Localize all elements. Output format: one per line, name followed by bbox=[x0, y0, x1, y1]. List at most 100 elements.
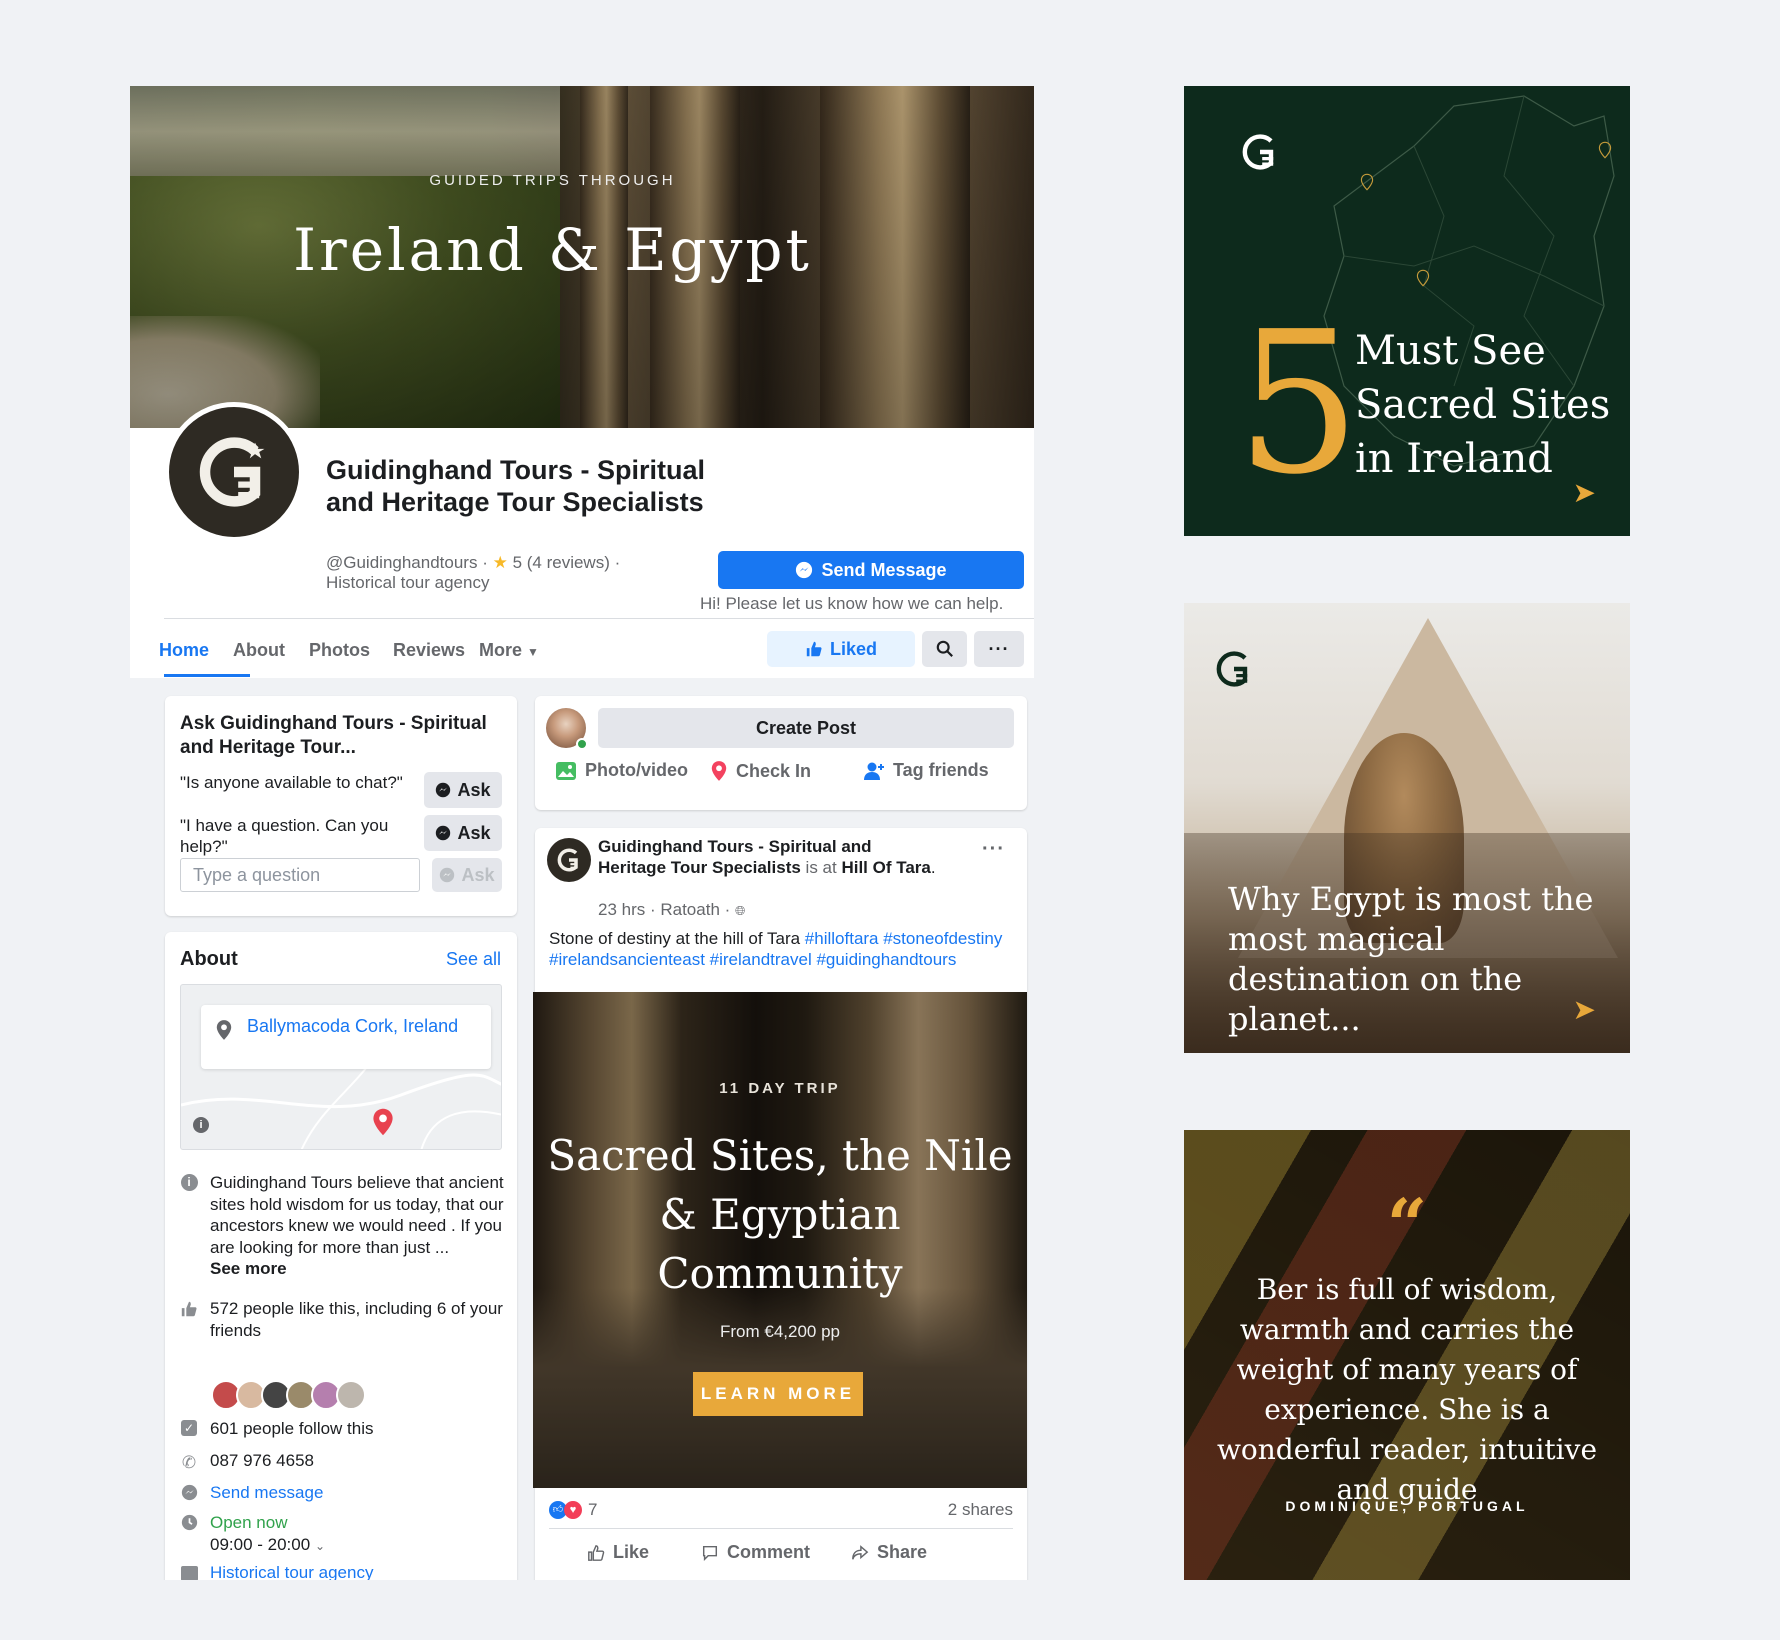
post-header: Guidinghand Tours - Spiritual and Herita… bbox=[598, 837, 936, 877]
reaction-summary[interactable]: 👍︎ ♥ 7 bbox=[549, 1500, 597, 1520]
page-search-button[interactable] bbox=[922, 631, 967, 667]
map-info-icon[interactable]: i bbox=[193, 1117, 209, 1133]
page-more-button[interactable]: ··· bbox=[974, 631, 1024, 667]
arrow-right-icon[interactable]: ➤ bbox=[1573, 476, 1596, 509]
tile-number: 5 bbox=[1236, 290, 1361, 518]
messenger-icon bbox=[796, 561, 813, 579]
online-status-dot bbox=[576, 738, 588, 750]
page-avatar[interactable] bbox=[164, 402, 304, 542]
tab-home[interactable]: Home bbox=[159, 640, 209, 661]
ad-tile-egypt[interactable]: Why Egypt is most the most magical desti… bbox=[1184, 603, 1630, 1053]
category-icon bbox=[180, 1566, 198, 1580]
friends-avatars[interactable] bbox=[211, 1380, 366, 1410]
comment-button[interactable]: Comment bbox=[701, 1542, 810, 1563]
tab-photos[interactable]: Photos bbox=[309, 640, 370, 661]
ask-button[interactable]: Ask bbox=[424, 772, 502, 808]
photo-video-button[interactable]: Photo/video bbox=[555, 760, 688, 781]
info-icon: i bbox=[180, 1174, 198, 1191]
messenger-icon bbox=[440, 867, 455, 883]
cover-kicker: GUIDED TRIPS THROUGH bbox=[429, 172, 676, 189]
tab-about[interactable]: About bbox=[233, 640, 285, 661]
guidinghand-logo-icon bbox=[1216, 651, 1248, 687]
see-more-link[interactable]: See more bbox=[210, 1259, 287, 1278]
page-title: Guidinghand Tours - Spiritual and Herita… bbox=[326, 455, 705, 517]
about-follows-row: ✓ 601 people follow this bbox=[180, 1418, 510, 1440]
about-see-all-link[interactable]: See all bbox=[446, 949, 501, 970]
quote-mark-icon: “ bbox=[1386, 1183, 1428, 1266]
location-map[interactable]: Ballymacoda Cork, Ireland i bbox=[180, 984, 502, 1150]
chevron-down-icon[interactable]: ⌄ bbox=[315, 1539, 325, 1553]
map-address-box[interactable]: Ballymacoda Cork, Ireland bbox=[201, 1005, 491, 1069]
post-image[interactable]: 11 DAY TRIP Sacred Sites, the Nile & Egy… bbox=[533, 992, 1027, 1488]
about-phone[interactable]: 087 976 4658 bbox=[210, 1450, 510, 1474]
arrow-right-icon[interactable]: ➤ bbox=[1573, 993, 1596, 1026]
ask-question-input[interactable]: Type a question bbox=[180, 858, 420, 892]
tab-reviews[interactable]: Reviews bbox=[393, 640, 465, 661]
search-icon bbox=[936, 640, 953, 657]
about-description-row: i Guidinghand Tours believe that ancient… bbox=[180, 1172, 510, 1280]
guidinghand-logo-icon bbox=[199, 437, 265, 507]
messenger-icon bbox=[436, 782, 451, 798]
shares-count[interactable]: 2 shares bbox=[948, 1500, 1013, 1520]
page-handle: @Guidinghandtours · bbox=[326, 553, 493, 572]
ad-tile-testimonial[interactable]: “ Ber is full of wisdom, warmth and carr… bbox=[1184, 1130, 1630, 1580]
about-message-row: Send message bbox=[180, 1482, 510, 1504]
tile-headline: Must See Sacred Sites in Ireland bbox=[1355, 328, 1611, 482]
post-author-avatar[interactable] bbox=[547, 838, 591, 882]
ad-tile-sacred-sites[interactable]: 5 Must See Sacred Sites in Ireland ➤ bbox=[1184, 86, 1630, 536]
like-icon bbox=[588, 1544, 605, 1561]
liked-button[interactable]: Liked bbox=[767, 631, 915, 667]
address-text: Ballymacoda Cork, Ireland bbox=[247, 1016, 459, 1036]
friend-avatar[interactable] bbox=[336, 1380, 366, 1410]
phone-icon: ✆ bbox=[181, 1453, 197, 1472]
map-marker-icon bbox=[373, 1108, 393, 1136]
ask-card-title: Ask Guidinghand Tours - Spiritual and He… bbox=[180, 713, 487, 758]
open-now-status: Open now bbox=[210, 1513, 288, 1532]
about-category-link[interactable]: Historical tour agency bbox=[210, 1562, 510, 1580]
testimonial-author: DOMINIQUE, PORTUGAL bbox=[1285, 1498, 1529, 1514]
about-hours-row: Open now 09:00 - 20:00 ⌄ bbox=[180, 1512, 510, 1557]
check-in-button[interactable]: Check In bbox=[710, 760, 811, 782]
tile-headline: Why Egypt is most the most magical desti… bbox=[1228, 880, 1594, 1038]
about-likes-row: 572 people like this, including 6 of you… bbox=[180, 1298, 510, 1341]
create-post-card: Create Post Photo/video Check In Tag fri… bbox=[535, 696, 1027, 810]
page-meta: @Guidinghandtours · ★ 5 (4 reviews) · Hi… bbox=[326, 553, 686, 593]
ask-button[interactable]: Ask bbox=[424, 815, 502, 851]
location-pin-icon bbox=[216, 1020, 232, 1040]
ask-question: "Is anyone available to chat?" bbox=[180, 773, 403, 792]
about-description: Guidinghand Tours believe that ancient s… bbox=[210, 1173, 504, 1257]
like-button[interactable]: Like bbox=[587, 1542, 649, 1563]
ask-submit-button[interactable]: Ask bbox=[432, 858, 502, 892]
love-reaction-icon: ♥ bbox=[564, 1501, 582, 1519]
about-phone-row: ✆ 087 976 4658 bbox=[180, 1450, 510, 1474]
comment-icon bbox=[702, 1545, 718, 1561]
page-category: Historical tour agency bbox=[326, 573, 490, 592]
share-button[interactable]: Share bbox=[851, 1542, 927, 1563]
location-pin-icon bbox=[1416, 269, 1430, 287]
post-timestamp[interactable]: 23 hrs · Ratoath · 🌐︎ bbox=[598, 900, 745, 920]
about-category-row: Historical tour agency bbox=[180, 1562, 510, 1580]
image-title: Sacred Sites, the Nile & Egyptian Commun… bbox=[547, 1131, 1013, 1298]
guidinghand-logo-icon bbox=[1242, 134, 1274, 170]
like-icon bbox=[181, 1301, 197, 1317]
create-post-button[interactable]: Create Post bbox=[598, 708, 1014, 748]
about-card: About See all Ballymacoda Cork, Ireland … bbox=[165, 932, 517, 1580]
post-place-link[interactable]: Hill Of Tara bbox=[841, 858, 930, 877]
post-options-button[interactable]: ··· bbox=[982, 838, 1005, 861]
about-send-message-link[interactable]: Send message bbox=[210, 1482, 510, 1504]
location-pin-icon bbox=[1598, 141, 1612, 159]
tab-more[interactable]: More ▼ bbox=[479, 640, 539, 661]
post-text: Stone of destiny at the hill of Tara #hi… bbox=[549, 929, 1003, 969]
tab-active-indicator bbox=[164, 674, 250, 677]
messenger-icon bbox=[181, 1484, 197, 1501]
location-pin-icon bbox=[711, 761, 727, 781]
tag-friends-button[interactable]: Tag friends bbox=[863, 760, 989, 781]
send-message-button[interactable]: Send Message bbox=[718, 551, 1024, 589]
more-dots-icon: ··· bbox=[988, 638, 1010, 659]
page-rating[interactable]: 5 (4 reviews) · bbox=[513, 553, 621, 572]
tabs-divider bbox=[164, 618, 1034, 619]
opening-hours[interactable]: 09:00 - 20:00 bbox=[210, 1535, 310, 1554]
learn-more-button[interactable]: LEARN MORE bbox=[693, 1372, 863, 1416]
guidinghand-logo-icon bbox=[557, 848, 578, 872]
about-likes: 572 people like this, including 6 of you… bbox=[210, 1299, 503, 1340]
